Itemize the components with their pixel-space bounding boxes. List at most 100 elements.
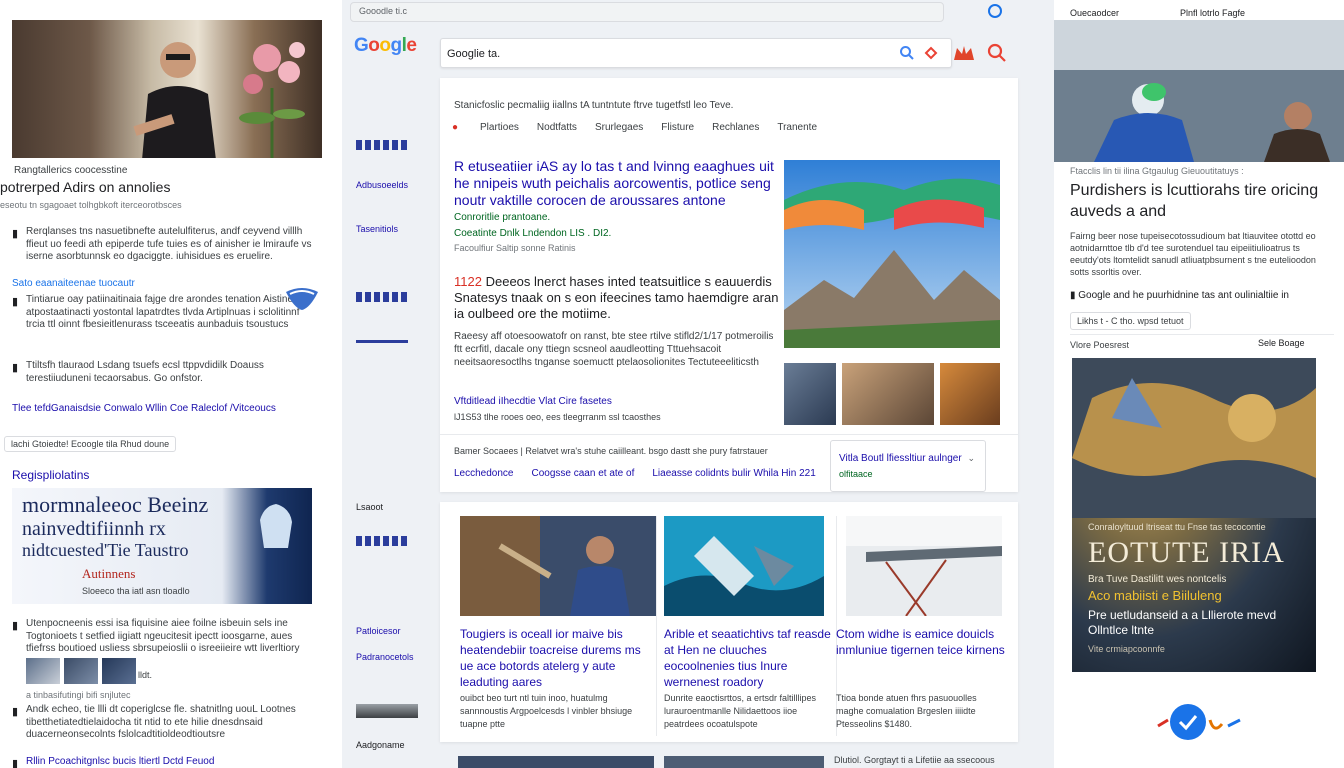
footer-link-1[interactable]: Lecchedonce [454, 468, 514, 479]
rail-mark [356, 292, 408, 302]
rail-mark [356, 536, 408, 546]
banner-line-2: nainvedtifiinnh rx [22, 518, 166, 540]
landscape-image[interactable] [784, 160, 1000, 348]
right-chip[interactable]: Likhs t - C tho. wpsd tetuot [1070, 312, 1191, 330]
left-link-row[interactable]: Tlee tefdGanaisdsie Conwalo Wllin Coe Ra… [12, 403, 276, 414]
news-image-2[interactable] [664, 516, 824, 616]
bullet-icon: ▮ [12, 228, 19, 240]
flame-icon: ● [452, 122, 459, 133]
bottom-thumbnail[interactable] [458, 756, 654, 768]
bullet-icon: ▮ [12, 620, 19, 632]
tab-3[interactable]: Srurlegaes [595, 122, 643, 133]
search-icon[interactable] [899, 45, 915, 61]
left-thumbnail[interactable] [102, 658, 136, 684]
left-text-block-1: ▮ Rerqlanses tns nasuetibnefte autelulfi… [12, 226, 312, 262]
tab-2[interactable]: Nodtfatts [537, 122, 577, 133]
left-thumbnails [26, 658, 136, 684]
footer-link-3[interactable]: Liaeasse colidnts bulir Whila Hin 221 [652, 468, 815, 479]
bottom-thumbnail[interactable] [664, 756, 824, 768]
person-photo [133, 42, 216, 158]
rail-item-4[interactable]: Patloicesor [356, 626, 416, 636]
bottom-strip: Dlutiol. Gorgtayt ti a Lifetiie aa sseco… [440, 752, 1018, 768]
right-badge[interactable]: Sele Boage [1258, 338, 1305, 348]
tab-4[interactable]: Flisture [661, 122, 694, 133]
news-title-2[interactable]: Arible et seaatichtivs taf reasde at Hen… [664, 626, 832, 690]
profile-icon[interactable] [988, 4, 1002, 18]
bullet-icon: ▮ [12, 758, 19, 768]
google-logo[interactable]: Google [354, 35, 417, 57]
headline-1[interactable]: R etuseatiier iAS ay lo tas t and lvinng… [454, 158, 784, 209]
tab-5[interactable]: Rechlanes [712, 122, 759, 133]
story-thumbnail[interactable] [784, 363, 836, 425]
assistant-icon[interactable] [1154, 700, 1244, 744]
news-title-1[interactable]: Tougiers is oceall ior maive bis heatend… [460, 626, 652, 690]
meta-1: Facoulfiur Saltip sonne Ratinis [454, 243, 576, 253]
lens-icon[interactable] [923, 45, 939, 61]
flowers-photo [239, 42, 305, 158]
story-thumbnail[interactable] [940, 363, 1000, 425]
search-icon[interactable] [986, 42, 1008, 64]
url-bar[interactable]: Gooodle ti.c [350, 2, 944, 22]
hero-caption: Rangtallerics coocesstine [14, 165, 128, 176]
news-image-3[interactable] [846, 516, 1002, 616]
poster-title: EOTUTE IRIA [1088, 536, 1285, 569]
right-hero-image[interactable] [1054, 20, 1344, 162]
url-text: Gooodle ti.c [359, 6, 408, 16]
right-column: Ouecaodcer Plnfl lotrlo Fagfe Ftacclis l… [1054, 0, 1344, 768]
left-section-title[interactable]: Regispliolatins [12, 468, 89, 482]
story-footer-links: Lecchedonce Coogsse caan et ate of Liaea… [454, 468, 816, 479]
right-title[interactable]: Purdishers is lcuttiorahs tire oricing a… [1070, 180, 1330, 222]
story-link-1[interactable]: Vftditlead iIhecdtie Vlat Cire fasetes [454, 396, 612, 407]
left-bottom-link[interactable]: Rllin Pcoachitgnlsc bucis ltiertl Dctd F… [26, 756, 214, 767]
rail-mark [356, 140, 408, 150]
search-input[interactable] [447, 45, 887, 63]
news-meta-2: Dunrite eaoctisrttos, a ertsdr faltillli… [664, 693, 817, 729]
rail-item-3[interactable]: Lsaoot [356, 502, 416, 512]
results-header: Stanicfoslic pecmaliig iiallns tA tuntnt… [454, 100, 734, 111]
news-card: Tougiers is oceall ior maive bis heatend… [440, 502, 1018, 742]
headline-2[interactable]: 1122 Deeeos lnerct hases inted teatsuitl… [454, 274, 784, 322]
footer-link-2[interactable]: Coogsse caan et ate of [532, 468, 635, 479]
cap-icon [286, 288, 318, 310]
left-banner-image[interactable]: mormnaleeoc Beeinz nainvedtifiinnh rx ni… [12, 488, 312, 604]
rail-device-icon [356, 704, 418, 718]
left-thumbnail[interactable] [26, 658, 60, 684]
rail-item-5[interactable]: Padranocetols [356, 652, 416, 662]
news-image-1[interactable] [460, 516, 656, 616]
rail-item-1[interactable]: Adbusoeelds [356, 180, 416, 190]
thumb-caption: lldt. [138, 670, 153, 680]
left-chip[interactable]: lachi Gtoiedte! Ecoogle tila Rhud doune [4, 436, 177, 452]
left-text-block-2: ▮ Tintiarue oay patiinaitinaia fajge dre… [0, 288, 320, 332]
banner-line-1: mormnaleeoc Beeinz [22, 492, 209, 517]
story-thumbnail[interactable] [842, 363, 934, 425]
tab-1[interactable]: Plartioes [480, 122, 519, 133]
story-link-2[interactable]: lJ1S53 tlhe rooes oeo, ees tleegrranm ss… [454, 412, 661, 422]
chevron-down-icon[interactable]: ⌄ [967, 453, 975, 464]
left-link-1[interactable]: Sato eaanaiteenae tuocautr [12, 278, 135, 289]
rail-item-2[interactable]: Tasenitiols [356, 224, 416, 234]
results-tabs: ● Plartioes Nodtfatts Srurlegaes Flistur… [452, 122, 817, 133]
poster-description: Pre uetludanseid a a Lllierote mevd Olln… [1088, 608, 1277, 637]
banner-line-4: Autinnens [82, 566, 136, 581]
search-box[interactable] [440, 38, 952, 68]
center-column: Gooodle ti.c Google Adbusoeelds Taseniti… [342, 0, 1054, 768]
related-box-sub: olfitaace [839, 469, 873, 479]
left-hero-image[interactable] [12, 20, 322, 158]
divider [1070, 334, 1334, 335]
right-info-line: ▮ Google and he puurhidnine tas ant ouli… [1070, 290, 1289, 301]
left-text-block-5: ▮ Andk echeo, tie llli dt coperiglcse fl… [12, 704, 296, 740]
left-article-title[interactable]: potrerped Adirs on annolies [0, 179, 170, 195]
rail-item-6[interactable]: Aadgoname [356, 740, 416, 750]
related-box[interactable]: Vitla Boutl lfiessltiur aulnger olfitaac… [830, 440, 986, 492]
crown-icon[interactable] [952, 42, 976, 64]
right-from: Vlore Poesrest [1070, 340, 1130, 350]
tab-6[interactable]: Tranente [777, 122, 817, 133]
divider [656, 516, 657, 736]
poster-highlight: Aco mabiisti e Biiluleng [1088, 588, 1222, 603]
left-article-subtitle: eseotu tn sgagoaet tolhgbkoft iterceorot… [0, 200, 182, 210]
poster-image[interactable]: Conraloyltuud ltriseat ttu Fnse tas teco… [1072, 358, 1316, 672]
left-thumbnail[interactable] [64, 658, 98, 684]
poster-art [1072, 358, 1316, 518]
news-title-3[interactable]: Ctom widhe is eamice douicls inmluniue t… [836, 626, 1006, 658]
left-small-text: a tinbasifutingi bifi snjlutec [26, 690, 131, 700]
